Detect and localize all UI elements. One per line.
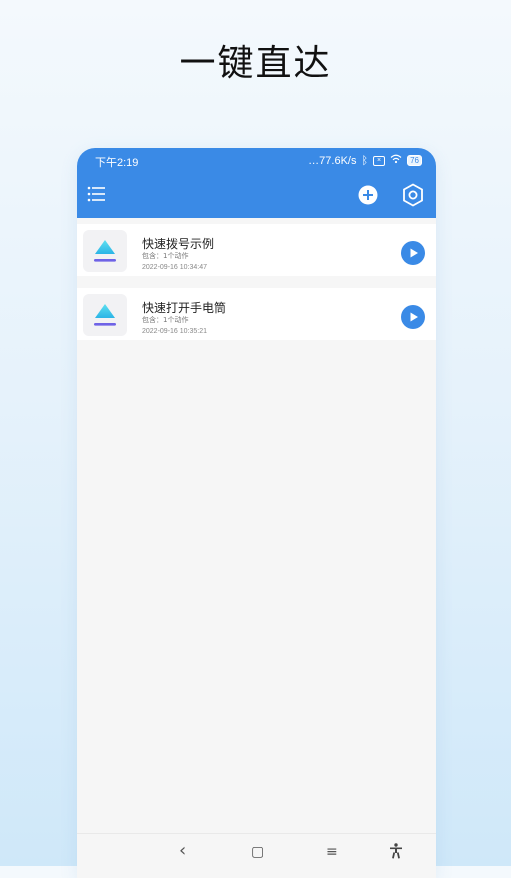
battery-indicator: 76: [407, 155, 422, 166]
shortcut-app-icon: [83, 294, 127, 336]
hexagon-settings-icon[interactable]: [402, 183, 424, 207]
wifi-icon: [390, 154, 402, 167]
shortcut-date: 2022-09-16 10:35:21: [142, 328, 207, 335]
play-icon[interactable]: [401, 305, 425, 329]
shortcut-subtitle: 包含：1个动作: [142, 316, 189, 324]
status-bar: 下午2:19 …77.6K/s ᛒ × 76: [77, 148, 436, 172]
recents-button[interactable]: ≡: [326, 844, 338, 860]
network-speed: …77.6K/s: [308, 154, 357, 167]
sim-icon: ×: [373, 155, 386, 166]
add-circle-icon[interactable]: [358, 185, 378, 205]
shortcut-title: 快速拨号示例: [142, 237, 215, 251]
list-menu-icon[interactable]: [87, 184, 107, 204]
shortcut-title: 快速打开手电筒: [142, 301, 227, 315]
page-headline: 一键直达: [179, 43, 332, 84]
app-toolbar: [77, 172, 436, 218]
phone-screen: 下午2:19 …77.6K/s ᛒ × 76 快速拨号示例 包含：1个动作 20…: [77, 148, 436, 878]
bluetooth-icon: ᛒ: [361, 154, 369, 167]
shortcut-subtitle: 包含：1个动作: [142, 252, 189, 260]
back-button[interactable]: ‹: [179, 840, 186, 861]
play-icon[interactable]: [401, 241, 425, 265]
status-time: 下午2:19: [95, 157, 139, 169]
list-item[interactable]: 快速打开手电筒 包含：1个动作 2022-09-16 10:35:21: [77, 288, 436, 340]
list-item[interactable]: 快速拨号示例 包含：1个动作 2022-09-16 10:34:47: [77, 224, 436, 276]
accessibility-icon[interactable]: [389, 843, 403, 863]
status-icons: …77.6K/s ᛒ × 76: [308, 154, 422, 167]
shortcut-app-icon: [83, 230, 127, 272]
home-button[interactable]: ▢: [251, 844, 264, 860]
system-nav-bar: ‹ ▢ ≡: [77, 833, 436, 878]
shortcut-date: 2022-09-16 10:34:47: [142, 264, 207, 271]
